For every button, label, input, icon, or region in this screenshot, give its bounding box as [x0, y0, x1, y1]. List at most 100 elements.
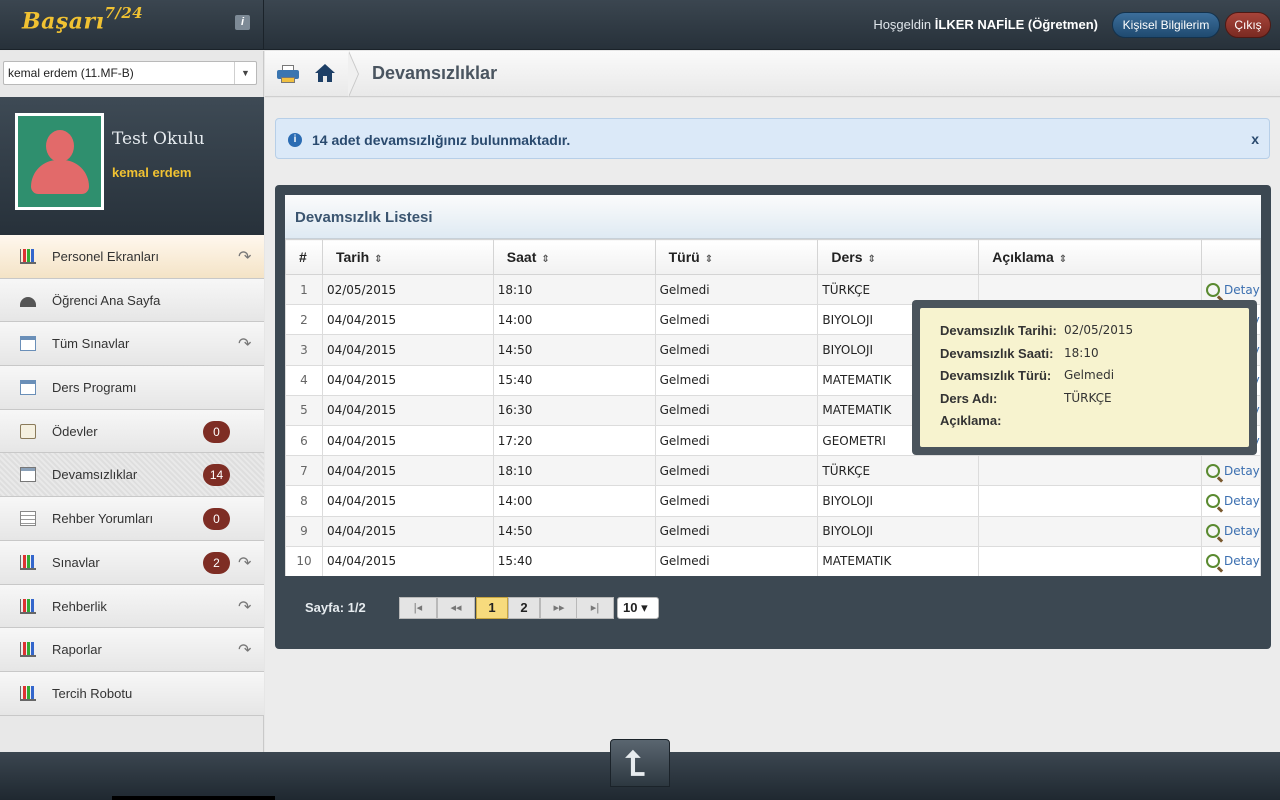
chevron-down-icon[interactable]: ▼	[234, 62, 256, 84]
chart-icon	[20, 598, 36, 614]
sidebar-item-label: Tüm Sınavlar	[52, 336, 130, 352]
home-icon[interactable]	[315, 64, 335, 84]
cell-index: 3	[285, 334, 323, 366]
arrow-curve-icon[interactable]: ↷	[238, 640, 258, 660]
tooltip-value: TÜRKÇE	[1064, 390, 1112, 405]
arrow-curve-icon[interactable]: ↷	[238, 334, 258, 354]
sort-icon[interactable]: ⇕	[705, 254, 713, 265]
cell-index: 5	[285, 394, 323, 426]
magnifier-icon[interactable]	[1206, 554, 1220, 569]
student-select[interactable]: kemal erdem (11.MF-B) ▼	[3, 61, 257, 85]
printer-icon[interactable]	[277, 65, 299, 83]
sidebar-item-rehber-yorumlari[interactable]: Rehber Yorumları 0	[0, 497, 264, 541]
pagination: Sayfa: 1/2 |◂ ◂◂ 1 2 ▸▸ ▸| 10 ▾	[285, 576, 1261, 639]
tooltip-row: Devamsızlık Türü: Gelmedi	[932, 368, 1237, 391]
arrow-up-curve-icon: ⮤	[625, 745, 646, 783]
sidebar-item-ders-programi[interactable]: Ders Programı	[0, 366, 264, 410]
school-name: Test Okulu	[112, 129, 205, 149]
cell-date: 04/04/2015	[321, 364, 494, 396]
sidebar-item-tercih-robotu[interactable]: Tercih Robotu	[0, 671, 264, 716]
next-page-button[interactable]: ▸▸	[540, 597, 578, 619]
cell-date: 04/04/2015	[321, 455, 494, 487]
last-page-button[interactable]: ▸|	[576, 597, 614, 619]
arrow-curve-icon[interactable]: ↷	[238, 597, 258, 617]
detail-link[interactable]: Detay	[1224, 283, 1260, 297]
cell-action[interactable]: Detay	[1201, 455, 1261, 487]
page-size-select[interactable]: 10 ▾	[617, 597, 659, 619]
table-row: 9 04/04/2015 14:50 Gelmedi BIYOLOJI Detay	[285, 515, 1261, 547]
detail-link[interactable]: Detay	[1224, 524, 1260, 538]
sidebar-item-sinavlar[interactable]: Sınavlar 2 ↷	[0, 540, 264, 585]
cell-type: Gelmedi	[654, 394, 819, 426]
detail-link[interactable]: Detay	[1224, 464, 1260, 478]
cell-index: 8	[285, 485, 323, 517]
cell-index: 6	[285, 424, 323, 457]
welcome-prefix: Hoşgeldin	[873, 17, 932, 32]
cell-type: Gelmedi	[654, 273, 819, 306]
column-header-note[interactable]: Açıklama ⇕	[978, 239, 1202, 275]
magnifier-icon[interactable]	[1206, 524, 1220, 539]
sidebar-item-rehberlik[interactable]: Rehberlik ↷	[0, 584, 264, 629]
column-header-type[interactable]: Türü ⇕	[654, 239, 819, 275]
sort-icon[interactable]: ⇕	[868, 254, 876, 265]
sidebar-item-personel-ekranlari[interactable]: Personel Ekranları ↷	[0, 235, 264, 279]
sort-icon[interactable]: ⇕	[374, 254, 382, 265]
tooltip-label: Ders Adı:	[940, 390, 998, 406]
cell-time: 18:10	[492, 455, 656, 487]
cell-course: BIYOLOJI	[817, 485, 980, 517]
sidebar-item-label: Sınavlar	[52, 554, 100, 570]
magnifier-icon[interactable]	[1206, 282, 1220, 297]
cell-index: 1	[285, 273, 323, 306]
cell-action[interactable]: Detay	[1201, 545, 1261, 577]
count-badge: 0	[203, 508, 230, 531]
cell-type: Gelmedi	[654, 334, 819, 366]
prev-page-button[interactable]: ◂◂	[437, 597, 475, 619]
cell-time: 14:00	[492, 304, 656, 336]
app-logo[interactable]: Başarı7/24	[22, 4, 143, 34]
sidebar-item-label: Devamsızlıklar	[52, 467, 138, 483]
sort-icon[interactable]: ⇕	[1059, 254, 1067, 265]
sidebar-item-odevler[interactable]: Ödevler 0	[0, 409, 264, 454]
magnifier-icon[interactable]	[1206, 463, 1220, 478]
sidebar-item-raporlar[interactable]: Raporlar ↷	[0, 628, 264, 672]
student-name: kemal erdem	[112, 165, 192, 180]
page-button-2[interactable]: 2	[508, 597, 540, 619]
clipboard-icon	[20, 423, 36, 439]
first-page-button[interactable]: |◂	[399, 597, 437, 619]
page-button-1[interactable]: 1	[476, 597, 508, 619]
sidebar-item-label: Rehberlik	[52, 598, 107, 614]
cell-type: Gelmedi	[654, 364, 819, 396]
magnifier-icon[interactable]	[1206, 493, 1220, 508]
sidebar-item-label: Personel Ekranları	[52, 249, 159, 264]
sidebar-item-label: Tercih Robotu	[52, 685, 133, 701]
column-header-date[interactable]: Tarih ⇕	[321, 239, 494, 275]
detail-link[interactable]: Detay	[1224, 554, 1260, 568]
arrow-curve-icon[interactable]: ↷	[238, 553, 258, 573]
sidebar-item-tum-sinavlar[interactable]: Tüm Sınavlar ↷	[0, 322, 264, 367]
info-icon[interactable]: i	[235, 15, 250, 30]
scroll-to-top-button[interactable]: ⮤	[610, 739, 670, 787]
column-header-course[interactable]: Ders ⇕	[817, 239, 980, 275]
arrow-curve-icon[interactable]: ↷	[238, 247, 258, 267]
detail-link[interactable]: Detay	[1224, 494, 1260, 508]
cell-action[interactable]: Detay	[1201, 515, 1261, 547]
info-alert: i 14 adet devamsızlığınız bulunmaktadır.…	[275, 118, 1270, 159]
cell-course: TÜRKÇE	[817, 455, 980, 487]
column-header-time[interactable]: Saat ⇕	[492, 239, 656, 275]
avatar	[15, 113, 104, 210]
personal-info-button[interactable]: Kişisel Bilgilerim	[1112, 12, 1220, 38]
gauge-icon	[20, 296, 36, 307]
count-badge: 14	[203, 464, 230, 487]
logout-button[interactable]: Çıkış	[1225, 12, 1271, 38]
sidebar-item-ogrenci-ana-sayfa[interactable]: Öğrenci Ana Sayfa	[0, 278, 264, 323]
sidebar-item-label: Rehber Yorumları	[52, 511, 154, 527]
sidebar-item-devamsizliklar[interactable]: Devamsızlıklar 14	[0, 453, 264, 498]
footer-divider	[112, 796, 275, 800]
sort-icon[interactable]: ⇕	[541, 254, 549, 265]
window-warning-icon	[20, 467, 36, 483]
cell-action[interactable]: Detay	[1201, 485, 1261, 517]
tooltip-row: Açıklama:	[932, 413, 1237, 436]
chart-icon	[20, 249, 36, 264]
alert-close-button[interactable]: x	[1251, 131, 1259, 147]
count-badge: 2	[203, 551, 230, 574]
